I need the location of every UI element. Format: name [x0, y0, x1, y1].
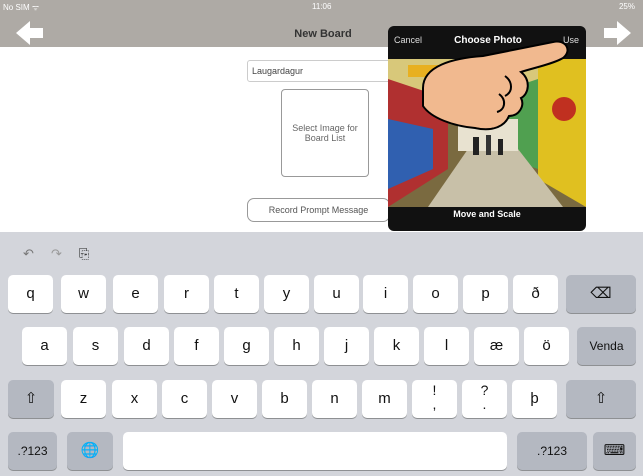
numbers-key-right[interactable]: .?123 — [517, 432, 587, 470]
key-q[interactable]: q — [8, 275, 53, 313]
forward-arrow-icon[interactable] — [603, 19, 633, 47]
key-e[interactable]: e — [113, 275, 158, 313]
key-g[interactable]: g — [224, 327, 269, 365]
key-w[interactable]: w — [61, 275, 106, 313]
key-eth[interactable]: ð — [513, 275, 558, 313]
key-exclamation-label: ! — [432, 382, 437, 398]
key-period-label: . — [482, 396, 487, 412]
key-h[interactable]: h — [274, 327, 319, 365]
status-carrier: No SIM ᯤ — [3, 3, 40, 12]
status-battery: 25% — [618, 2, 635, 11]
key-ae[interactable]: æ — [474, 327, 519, 365]
select-image-label-line1: Select Image for — [292, 123, 358, 133]
onscreen-keyboard: ↶ ↷ ⎘ q w e r t y u i o p ð ⌫ a s d f g … — [0, 232, 643, 476]
key-i[interactable]: i — [363, 275, 408, 313]
key-c[interactable]: c — [162, 380, 207, 418]
key-o[interactable]: o — [413, 275, 458, 313]
hide-keyboard-icon[interactable]: ⌨ — [593, 432, 636, 470]
space-bar[interactable] — [123, 432, 507, 470]
key-j[interactable]: j — [324, 327, 369, 365]
key-k[interactable]: k — [374, 327, 419, 365]
select-image-label-line2: Board List — [304, 133, 346, 143]
key-thorn[interactable]: þ — [512, 380, 557, 418]
key-b[interactable]: b — [262, 380, 307, 418]
key-s[interactable]: s — [73, 327, 118, 365]
key-question-period[interactable]: ? . — [462, 380, 507, 418]
page-title: New Board — [294, 28, 352, 40]
key-comma-label: , — [432, 396, 437, 412]
key-d[interactable]: d — [124, 327, 169, 365]
key-a[interactable]: a — [22, 327, 67, 365]
key-m[interactable]: m — [362, 380, 407, 418]
key-f[interactable]: f — [174, 327, 219, 365]
key-l[interactable]: l — [424, 327, 469, 365]
numbers-key-left[interactable]: .?123 — [8, 432, 57, 470]
paste-icon[interactable]: ⎘ — [79, 247, 89, 260]
key-v[interactable]: v — [212, 380, 257, 418]
redo-icon[interactable]: ↷ — [51, 247, 62, 260]
app-screen: No SIM ᯤ 11:06 25% New Board Laugardagur… — [0, 0, 643, 476]
key-z[interactable]: z — [61, 380, 106, 418]
back-arrow-icon[interactable] — [14, 19, 44, 47]
key-n[interactable]: n — [312, 380, 357, 418]
key-r[interactable]: r — [164, 275, 209, 313]
key-x[interactable]: x — [112, 380, 157, 418]
return-key[interactable]: Venda — [577, 327, 636, 365]
undo-icon[interactable]: ↶ — [23, 247, 34, 260]
shift-key-left[interactable]: ⇧ — [8, 380, 54, 418]
shift-key-right[interactable]: ⇧ — [566, 380, 636, 418]
backspace-key[interactable]: ⌫ — [566, 275, 636, 313]
key-u[interactable]: u — [314, 275, 359, 313]
key-t[interactable]: t — [214, 275, 259, 313]
record-prompt-button[interactable]: Record Prompt Message — [247, 198, 390, 222]
globe-icon[interactable]: 🌐 — [67, 432, 113, 470]
key-o-umlaut[interactable]: ö — [524, 327, 569, 365]
board-name-input[interactable]: Laugardagur — [247, 60, 397, 82]
key-question-label: ? — [480, 382, 489, 398]
status-time: 11:06 — [312, 2, 332, 11]
key-p[interactable]: p — [463, 275, 508, 313]
pointing-hand-icon — [422, 40, 569, 131]
move-and-scale-label: Move and Scale — [453, 209, 521, 219]
keyboard-toolbar: ↶ ↷ ⎘ — [0, 232, 643, 270]
key-exclamation-comma[interactable]: ! , — [412, 380, 457, 418]
key-y[interactable]: y — [264, 275, 309, 313]
select-image-button[interactable]: Select Image for Board List — [281, 89, 369, 177]
